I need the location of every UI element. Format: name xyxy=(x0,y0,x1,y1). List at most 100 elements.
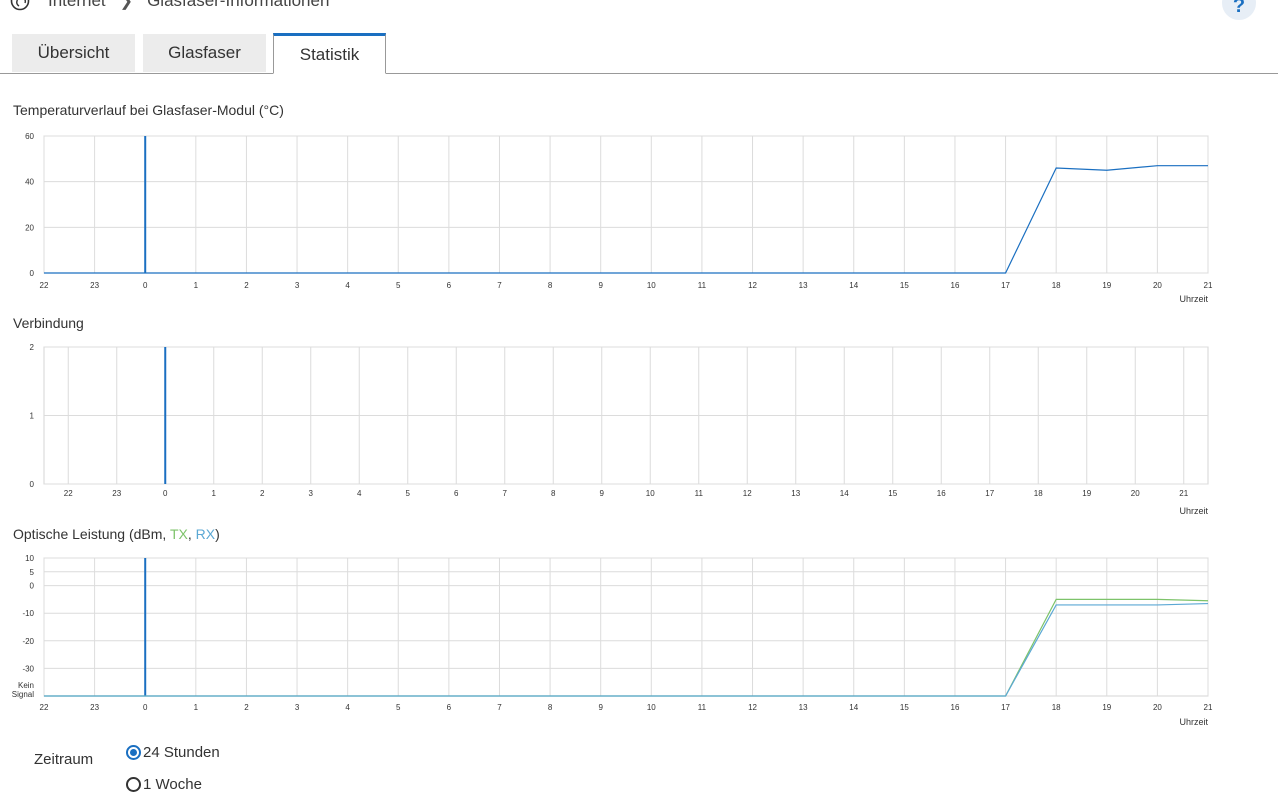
x-tick-label: 2 xyxy=(244,703,249,712)
x-tick-label: 23 xyxy=(90,281,99,290)
x-tick-label: 8 xyxy=(548,281,553,290)
x-tick-label: 2 xyxy=(260,489,265,498)
radio-selected-icon[interactable] xyxy=(126,745,141,760)
x-tick-label: 13 xyxy=(791,489,800,498)
x-tick-label: 19 xyxy=(1102,703,1111,712)
x-tick-label: 22 xyxy=(40,281,49,290)
breadcrumb: Internet ❯ Glasfaser-Informationen xyxy=(10,0,329,12)
x-tick-label: 6 xyxy=(454,489,459,498)
x-tick-label: 6 xyxy=(447,281,452,290)
x-tick-label: 12 xyxy=(748,703,757,712)
y-tick-label: 0 xyxy=(30,269,35,278)
x-tick-label: 13 xyxy=(799,703,808,712)
radio-unselected-icon[interactable] xyxy=(126,777,141,792)
radio-label: 24 Stunden xyxy=(143,744,220,761)
y-tick-label: 0 xyxy=(30,582,35,591)
x-tick-label: 16 xyxy=(951,281,960,290)
x-tick-label: 9 xyxy=(598,703,603,712)
title-suffix: ) xyxy=(215,526,220,542)
y-tick-label: -30 xyxy=(22,664,34,673)
x-tick-label: 14 xyxy=(849,281,858,290)
x-tick-label: 0 xyxy=(143,703,148,712)
y-tick-label: -20 xyxy=(22,637,34,646)
y-tick-label: 60 xyxy=(25,132,34,141)
y-tick-label: 0 xyxy=(30,480,35,489)
chart-title-connection: Verbindung xyxy=(13,315,84,331)
x-tick-label: 4 xyxy=(345,703,350,712)
x-tick-label: 21 xyxy=(1204,281,1213,290)
x-tick-label: 17 xyxy=(1001,281,1010,290)
x-tick-label: 20 xyxy=(1131,489,1140,498)
x-tick-label: 10 xyxy=(646,489,655,498)
y-tick-label: 20 xyxy=(25,223,34,232)
x-tick-label: 6 xyxy=(447,703,452,712)
x-tick-label: 22 xyxy=(64,489,73,498)
x-tick-label: 7 xyxy=(497,703,502,712)
x-tick-label: 12 xyxy=(748,281,757,290)
x-tick-label: 0 xyxy=(143,281,148,290)
x-tick-label: 20 xyxy=(1153,703,1162,712)
legend-rx: RX xyxy=(195,526,216,542)
x-tick-label: 12 xyxy=(743,489,752,498)
x-tick-label: 20 xyxy=(1153,281,1162,290)
title-sep: , xyxy=(187,526,196,542)
temperature-chart: 22 23 0 1 2 3 4 5 6 7 8 9 10 11 12 13 14 15 16 17 18 19 20 2102… xyxy=(25,132,1213,304)
x-tick-label: 16 xyxy=(951,703,960,712)
optical-power-chart: 22 23 0 1 2 3 4 5 6 7 8 9 10 11 12 13 14 15 16 17 18 19 20 21-3… xyxy=(12,554,1213,727)
x-tick-label: 9 xyxy=(598,281,603,290)
x-tick-label: 1 xyxy=(194,281,199,290)
zeitraum-label: Zeitraum xyxy=(34,751,94,768)
x-tick-label: 14 xyxy=(849,703,858,712)
radio-label: 1 Woche xyxy=(143,776,202,793)
x-tick-label: 2 xyxy=(244,281,249,290)
y-tick-label: 2 xyxy=(30,343,35,352)
y-tick-label: 1 xyxy=(30,412,35,421)
series-line-tx xyxy=(44,598,1209,697)
plot-frame xyxy=(43,557,1209,697)
x-tick-label: 17 xyxy=(1001,703,1010,712)
x-axis-label: Uhrzeit xyxy=(1179,294,1208,304)
x-tick-label: 4 xyxy=(357,489,362,498)
breadcrumb-section[interactable]: Internet xyxy=(48,0,106,11)
x-tick-label: 22 xyxy=(40,703,49,712)
x-tick-label: 15 xyxy=(900,281,909,290)
x-tick-label: 18 xyxy=(1052,703,1061,712)
x-tick-label: 5 xyxy=(406,489,411,498)
x-tick-label: 8 xyxy=(551,489,556,498)
x-tick-label: 19 xyxy=(1102,281,1111,290)
x-tick-label: 16 xyxy=(937,489,946,498)
help-button[interactable]: ? xyxy=(1222,0,1256,20)
x-tick-label: 10 xyxy=(647,703,656,712)
x-tick-label: 23 xyxy=(90,703,99,712)
y-tick-label: 10 xyxy=(25,554,34,563)
chart-title-optical-power: Optische Leistung (dBm, TX, RX) xyxy=(13,526,220,542)
tab-statistik[interactable]: Statistik xyxy=(273,33,386,74)
tab-glasfaser[interactable]: Glasfaser xyxy=(143,34,266,72)
tab-uebersicht[interactable]: Übersicht xyxy=(12,34,135,72)
radio-1-woche[interactable]: 1 Woche xyxy=(126,776,202,793)
x-tick-label: 7 xyxy=(503,489,508,498)
x-tick-label: 7 xyxy=(497,281,502,290)
x-tick-label: 5 xyxy=(396,281,401,290)
x-tick-label: 18 xyxy=(1034,489,1043,498)
legend-tx: TX xyxy=(169,526,188,542)
x-tick-label: 10 xyxy=(647,281,656,290)
x-tick-label: 13 xyxy=(799,281,808,290)
chart-title-temperature: Temperaturverlauf bei Glasfaser-Modul (°… xyxy=(13,102,284,118)
x-tick-label: 0 xyxy=(163,489,168,498)
x-tick-label: 5 xyxy=(396,703,401,712)
x-tick-label: 1 xyxy=(212,489,217,498)
x-tick-label: 3 xyxy=(295,281,300,290)
x-axis-label: Uhrzeit xyxy=(1179,717,1208,727)
x-tick-label: 17 xyxy=(985,489,994,498)
radio-24-stunden[interactable]: 24 Stunden xyxy=(126,744,220,761)
x-tick-label: 21 xyxy=(1179,489,1188,498)
globe-icon xyxy=(10,0,30,11)
y-tick-label: -10 xyxy=(22,609,34,618)
y-tick-label: Signal xyxy=(12,690,34,699)
plot-frame xyxy=(43,135,1209,274)
series-line-rx xyxy=(44,602,1209,697)
title-prefix: Optische Leistung (dBm, xyxy=(13,526,170,542)
x-tick-label: 21 xyxy=(1204,703,1213,712)
x-tick-label: 9 xyxy=(600,489,605,498)
